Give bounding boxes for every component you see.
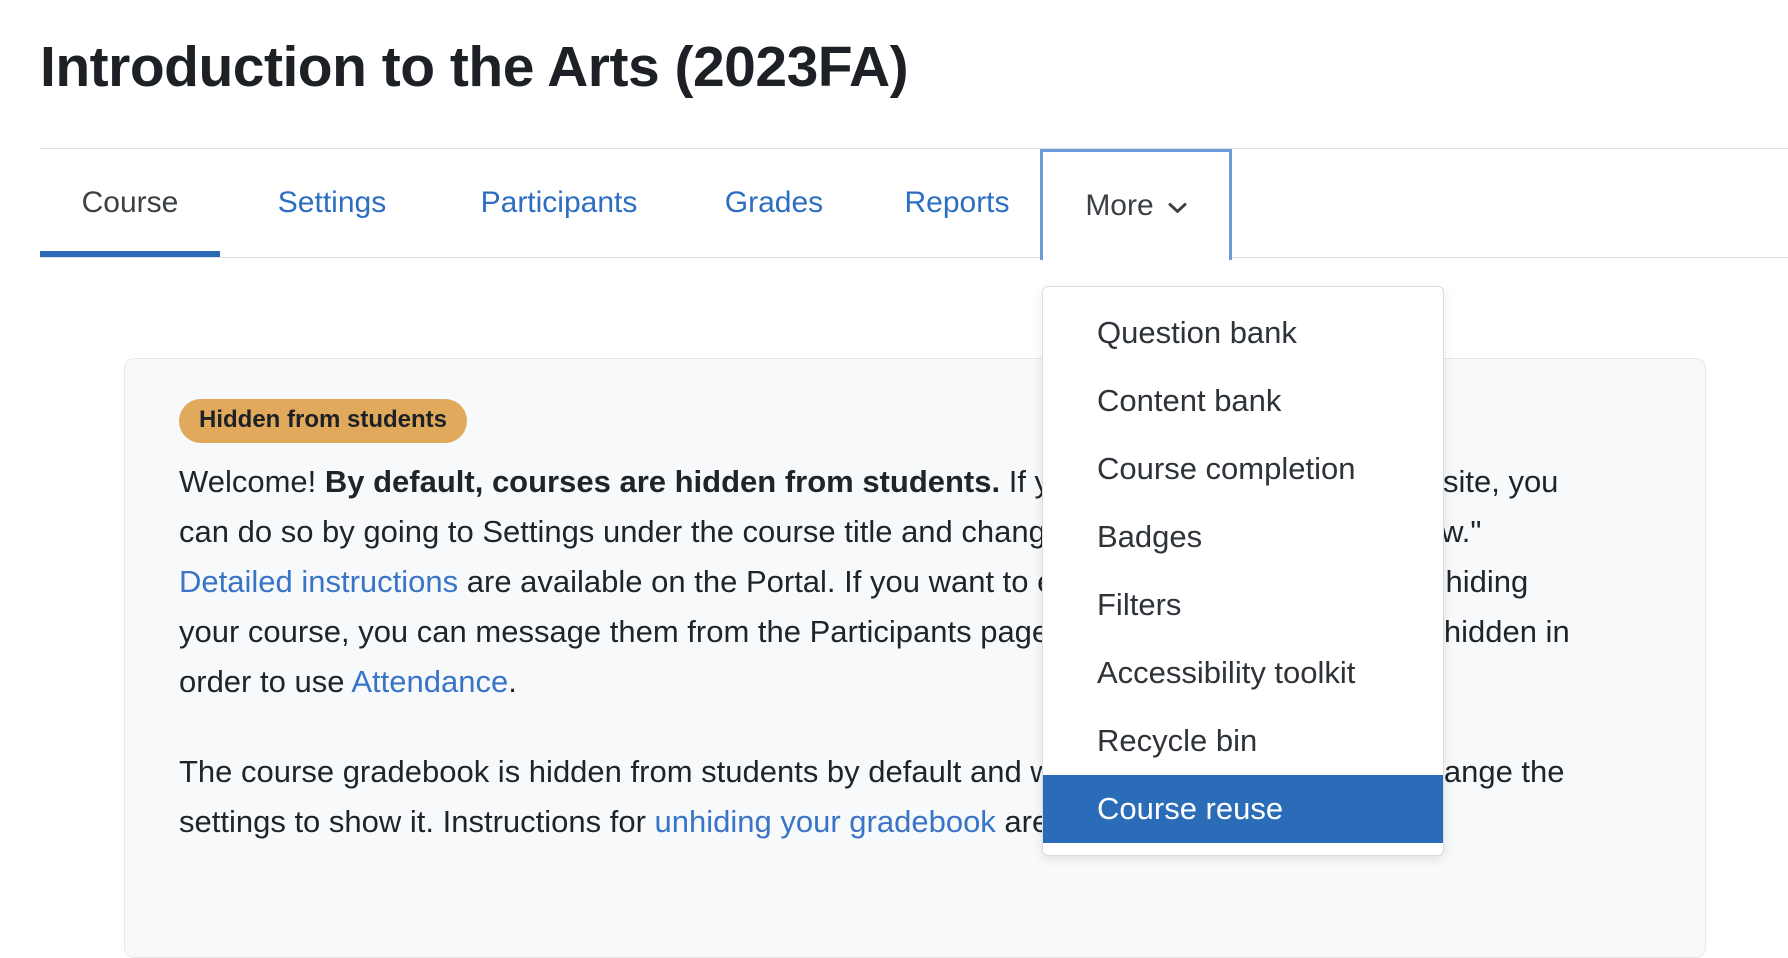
menu-item-accessibility-toolkit-label: Accessibility toolkit bbox=[1097, 655, 1356, 690]
menu-item-course-completion[interactable]: Course completion bbox=[1043, 435, 1443, 503]
unhiding-gradebook-link[interactable]: unhiding your gradebook bbox=[655, 804, 996, 839]
menu-item-course-reuse-label: Course reuse bbox=[1097, 791, 1284, 826]
tab-reports-label: Reports bbox=[904, 186, 1010, 219]
tab-settings-label: Settings bbox=[277, 186, 387, 219]
attendance-link[interactable]: Attendance bbox=[351, 664, 508, 699]
more-dropdown-menu: Question bank Content bank Course comple… bbox=[1042, 286, 1444, 856]
tab-course-label: Course bbox=[81, 186, 179, 219]
tab-more-label: More bbox=[1085, 189, 1154, 222]
menu-item-badges[interactable]: Badges bbox=[1043, 503, 1443, 571]
chevron-down-icon bbox=[1168, 202, 1187, 214]
menu-item-recycle-bin[interactable]: Recycle bin bbox=[1043, 707, 1443, 775]
course-tab-navigation: Course Settings Participants Grades Repo… bbox=[40, 149, 1788, 260]
menu-item-filters-label: Filters bbox=[1097, 587, 1182, 622]
course-summary-card: Hidden from students Welcome! By default… bbox=[124, 358, 1706, 958]
tab-participants[interactable]: Participants bbox=[450, 149, 668, 257]
menu-item-recycle-bin-label: Recycle bin bbox=[1097, 723, 1258, 758]
page-title: Introduction to the Arts (2023FA) bbox=[40, 35, 909, 99]
tab-grades[interactable]: Grades bbox=[704, 149, 844, 257]
tab-settings[interactable]: Settings bbox=[252, 149, 412, 257]
menu-item-course-reuse[interactable]: Course reuse bbox=[1043, 775, 1443, 843]
tab-grades-label: Grades bbox=[724, 186, 824, 219]
detailed-instructions-link[interactable]: Detailed instructions bbox=[179, 564, 458, 599]
tab-more[interactable]: More bbox=[1040, 149, 1232, 260]
menu-item-content-bank[interactable]: Content bank bbox=[1043, 367, 1443, 435]
tabbar-divider bbox=[40, 257, 1788, 258]
tab-reports[interactable]: Reports bbox=[882, 149, 1032, 257]
status-badge: Hidden from students bbox=[179, 399, 468, 443]
intro-text-part4: . bbox=[508, 664, 517, 699]
menu-item-accessibility-toolkit[interactable]: Accessibility toolkit bbox=[1043, 639, 1443, 707]
menu-item-question-bank[interactable]: Question bank bbox=[1043, 299, 1443, 367]
menu-item-content-bank-label: Content bank bbox=[1097, 383, 1282, 418]
tab-course[interactable]: Course bbox=[40, 149, 220, 257]
card-content: Hidden from students Welcome! By default… bbox=[125, 359, 1705, 847]
menu-item-badges-label: Badges bbox=[1097, 519, 1203, 554]
menu-item-filters[interactable]: Filters bbox=[1043, 571, 1443, 639]
menu-item-question-bank-label: Question bank bbox=[1097, 315, 1297, 350]
intro-text-bold: By default, courses are hidden from stud… bbox=[324, 464, 1001, 499]
tab-participants-label: Participants bbox=[480, 186, 638, 219]
intro-text-part1: Welcome! bbox=[179, 464, 325, 499]
menu-item-course-completion-label: Course completion bbox=[1097, 451, 1356, 486]
